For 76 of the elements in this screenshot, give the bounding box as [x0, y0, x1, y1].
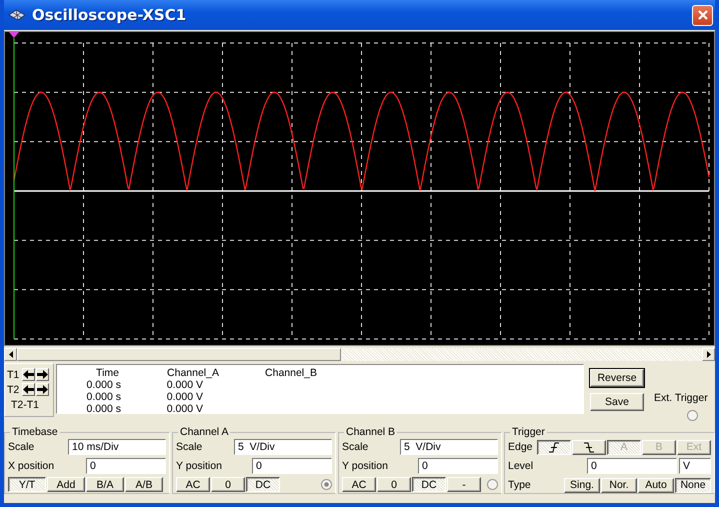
column-header: Time [95, 367, 120, 379]
field-label: Scale [342, 441, 368, 453]
field-label: Edge [508, 441, 533, 453]
mode-button[interactable]: Add [47, 477, 85, 492]
left-arrow-icon [23, 384, 34, 395]
coupling-button[interactable]: - [447, 477, 481, 492]
coupling-button[interactable]: DC [246, 477, 280, 492]
mode-button[interactable]: Y/T [8, 477, 46, 492]
mode-button[interactable]: A/B [125, 477, 163, 492]
scroll-left-button[interactable] [4, 348, 17, 361]
right-arrow-icon [706, 351, 710, 358]
cursor-right-button[interactable] [36, 383, 49, 396]
coupling-button[interactable]: AC [176, 477, 210, 492]
connector-circle-icon [321, 479, 332, 490]
type-button[interactable]: None [675, 478, 711, 492]
coupling-button[interactable]: DC [412, 477, 446, 492]
field-label: Scale [8, 441, 34, 453]
field-label: Type [508, 479, 531, 491]
position-field[interactable]: 0 [252, 458, 332, 474]
scroll-right-button[interactable] [702, 348, 715, 361]
window-title: Oscilloscope-XSC1 [32, 6, 186, 24]
coupling-button[interactable]: 0 [377, 477, 411, 492]
table-cell-text: 0.000 s [86, 403, 121, 415]
group-title: Channel A [179, 426, 230, 438]
falling-edge-icon [583, 442, 595, 452]
table-cell-text: 0.000 s [86, 391, 121, 403]
edge-button[interactable] [537, 440, 571, 454]
table-cell-text: 0.000 V [166, 403, 203, 415]
ext-trigger-label: Ext. Trigger [654, 392, 708, 404]
close-icon [696, 9, 708, 21]
position-field[interactable]: 0 [86, 458, 166, 474]
cursor-right-button[interactable] [36, 368, 49, 381]
level-field[interactable]: 0 [587, 458, 677, 474]
unit-field[interactable]: V [679, 458, 711, 474]
grid-icon [8, 9, 26, 21]
right-arrow-icon [37, 384, 48, 395]
type-button[interactable]: Auto [638, 478, 674, 492]
right-arrow-icon [37, 369, 48, 380]
field-label: Y position [342, 460, 388, 472]
cursor-marker-icon[interactable] [9, 32, 19, 38]
action-button[interactable]: Save [590, 393, 644, 411]
coupling-button[interactable]: 0 [211, 477, 245, 492]
cursor-label: T1 [7, 368, 20, 380]
field-label: X position [8, 460, 54, 472]
cursor-label: T2 [7, 384, 20, 396]
horizontal-scrollbar[interactable] [4, 348, 715, 361]
table-cell-text: 0.000 V [166, 379, 203, 391]
scale-field[interactable]: 5 V/Div [234, 439, 332, 455]
close-button[interactable] [692, 4, 713, 26]
left-arrow-icon [23, 369, 34, 380]
left-arrow-icon [8, 351, 12, 358]
scale-field[interactable]: 5 V/Div [400, 439, 498, 455]
position-field[interactable]: 0 [418, 458, 498, 474]
group-title: Timebase [11, 426, 59, 438]
action-button[interactable]: Reverse [590, 369, 644, 387]
type-button[interactable]: Nor. [601, 478, 637, 492]
scroll-thumb[interactable] [17, 348, 341, 361]
mode-button[interactable]: B/A [86, 477, 124, 492]
field-label: Scale [176, 441, 202, 453]
field-label: Level [508, 460, 534, 472]
cursor-difference-label: T2-T1 [11, 399, 40, 411]
column-header: Channel_A [166, 367, 219, 379]
cursor-left-button[interactable] [22, 383, 35, 396]
scale-field[interactable]: 10 ms/Div [68, 439, 166, 455]
connector-circle-icon [487, 479, 498, 490]
connector-circle-icon [686, 410, 698, 421]
column-header: Channel_B [264, 367, 317, 379]
group-title: Channel B [345, 426, 396, 438]
cursor-left-button[interactable] [22, 368, 35, 381]
coupling-button[interactable]: AC [342, 477, 376, 492]
table-cell-text: 0.000 V [166, 391, 203, 403]
field-label: Y position [176, 460, 222, 472]
table-cell-text: 0.000 s [86, 379, 121, 391]
group-title: Trigger [511, 426, 546, 438]
rising-edge-icon [548, 442, 560, 452]
type-button[interactable]: Sing. [564, 478, 600, 492]
